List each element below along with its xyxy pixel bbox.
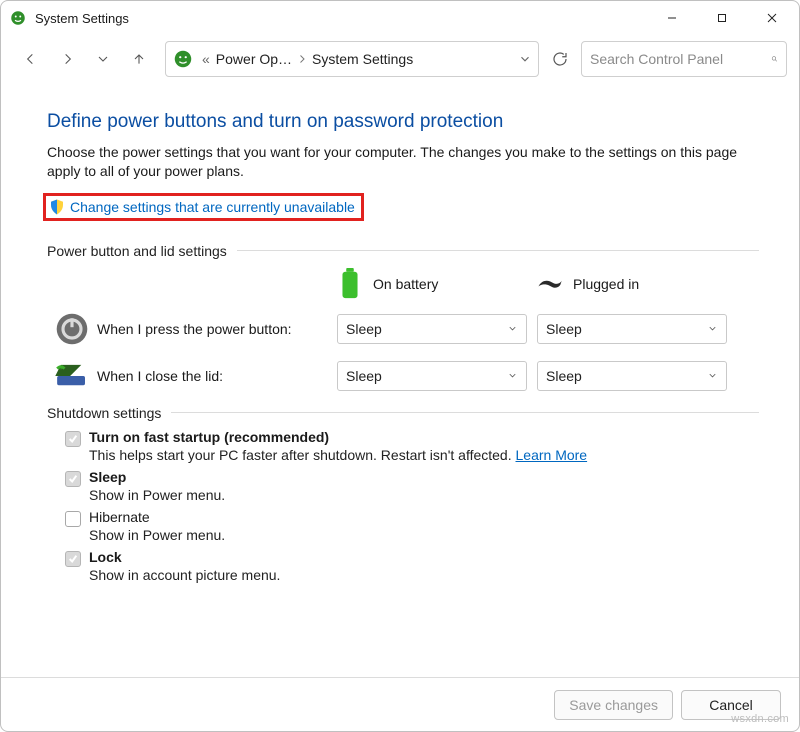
recent-dropdown-button[interactable] [87, 43, 119, 75]
search-input[interactable] [590, 51, 771, 67]
footer-bar: Save changes Cancel [1, 677, 799, 731]
learn-more-link[interactable]: Learn More [516, 447, 588, 463]
column-on-battery: On battery [337, 267, 537, 301]
column-plugged-in: Plugged in [537, 267, 737, 301]
select-value: Sleep [546, 321, 582, 337]
column-label: On battery [373, 276, 438, 292]
content-area: Define power buttons and turn on passwor… [1, 83, 799, 677]
checkbox-label: Turn on fast startup (recommended) [89, 429, 329, 445]
checkbox-hibernate[interactable]: Hibernate Show in Power menu. [65, 509, 759, 543]
checkbox-fast-startup[interactable]: Turn on fast startup (recommended) This … [65, 429, 759, 463]
power-button-icon [54, 311, 90, 347]
checkbox-label: Hibernate [89, 509, 150, 525]
select-value: Sleep [546, 368, 582, 384]
checkbox-icon[interactable] [65, 431, 81, 447]
breadcrumb-icon [172, 48, 194, 70]
select-value: Sleep [346, 321, 382, 337]
checkbox-sub: Show in Power menu. [89, 487, 225, 503]
select-close-lid-plugged[interactable]: Sleep [537, 361, 727, 391]
chevron-down-icon [707, 370, 718, 381]
app-icon [9, 9, 27, 27]
checkbox-label: Lock [89, 549, 122, 565]
checkbox-icon[interactable] [65, 471, 81, 487]
watermark: wsxdn.com [731, 713, 789, 725]
select-power-button-plugged[interactable]: Sleep [537, 314, 727, 344]
row-label: When I close the lid: [97, 368, 337, 384]
breadcrumb-overflow-icon[interactable]: « [202, 51, 210, 67]
checkbox-icon[interactable] [65, 511, 81, 527]
row-close-lid: When I close the lid: Sleep Sleep [47, 361, 759, 391]
chevron-down-icon [507, 370, 518, 381]
breadcrumb-item-power-options[interactable]: Power Op… [216, 51, 292, 67]
page-heading: Define power buttons and turn on passwor… [47, 111, 759, 133]
row-label: When I press the power button: [97, 321, 337, 337]
checkbox-lock[interactable]: Lock Show in account picture menu. [65, 549, 759, 583]
refresh-button[interactable] [543, 41, 577, 77]
search-box[interactable] [581, 41, 787, 77]
chevron-down-icon [507, 323, 518, 334]
section-title: Power button and lid settings [47, 243, 227, 259]
column-label: Plugged in [573, 276, 639, 292]
row-power-button: When I press the power button: Sleep Sle… [47, 311, 759, 347]
close-lid-icon [53, 363, 91, 389]
save-changes-button[interactable]: Save changes [554, 690, 673, 720]
battery-icon [337, 267, 363, 301]
select-value: Sleep [346, 368, 382, 384]
chevron-down-icon [707, 323, 718, 334]
checkbox-sub: This helps start your PC faster after sh… [89, 447, 516, 463]
breadcrumb-dropdown-icon[interactable] [518, 52, 532, 66]
section-shutdown: Shutdown settings [47, 405, 759, 421]
select-power-button-battery[interactable]: Sleep [337, 314, 527, 344]
change-settings-highlight: Change settings that are currently unava… [43, 193, 364, 221]
up-button[interactable] [123, 43, 155, 75]
checkbox-sub: Show in Power menu. [89, 527, 225, 543]
breadcrumb-item-system-settings[interactable]: System Settings [312, 51, 413, 67]
shield-icon [48, 198, 66, 216]
change-settings-link[interactable]: Change settings that are currently unava… [70, 199, 355, 215]
chevron-right-icon [296, 53, 308, 65]
column-headers: On battery Plugged in [47, 267, 759, 301]
maximize-button[interactable] [699, 3, 745, 33]
checkbox-sleep[interactable]: Sleep Show in Power menu. [65, 469, 759, 503]
close-button[interactable] [749, 3, 795, 33]
select-close-lid-battery[interactable]: Sleep [337, 361, 527, 391]
nav-row: « Power Op… System Settings [1, 35, 799, 83]
section-power-button-lid: Power button and lid settings [47, 243, 759, 259]
section-title: Shutdown settings [47, 405, 161, 421]
checkbox-sub: Show in account picture menu. [89, 567, 280, 583]
checkbox-icon[interactable] [65, 551, 81, 567]
forward-button[interactable] [51, 43, 83, 75]
title-bar: System Settings [1, 1, 799, 35]
plug-icon [537, 267, 563, 301]
breadcrumb-bar[interactable]: « Power Op… System Settings [165, 41, 539, 77]
page-description: Choose the power settings that you want … [47, 143, 759, 181]
search-icon [771, 52, 778, 66]
minimize-button[interactable] [649, 3, 695, 33]
checkbox-label: Sleep [89, 469, 126, 485]
window-title: System Settings [35, 11, 129, 26]
back-button[interactable] [15, 43, 47, 75]
